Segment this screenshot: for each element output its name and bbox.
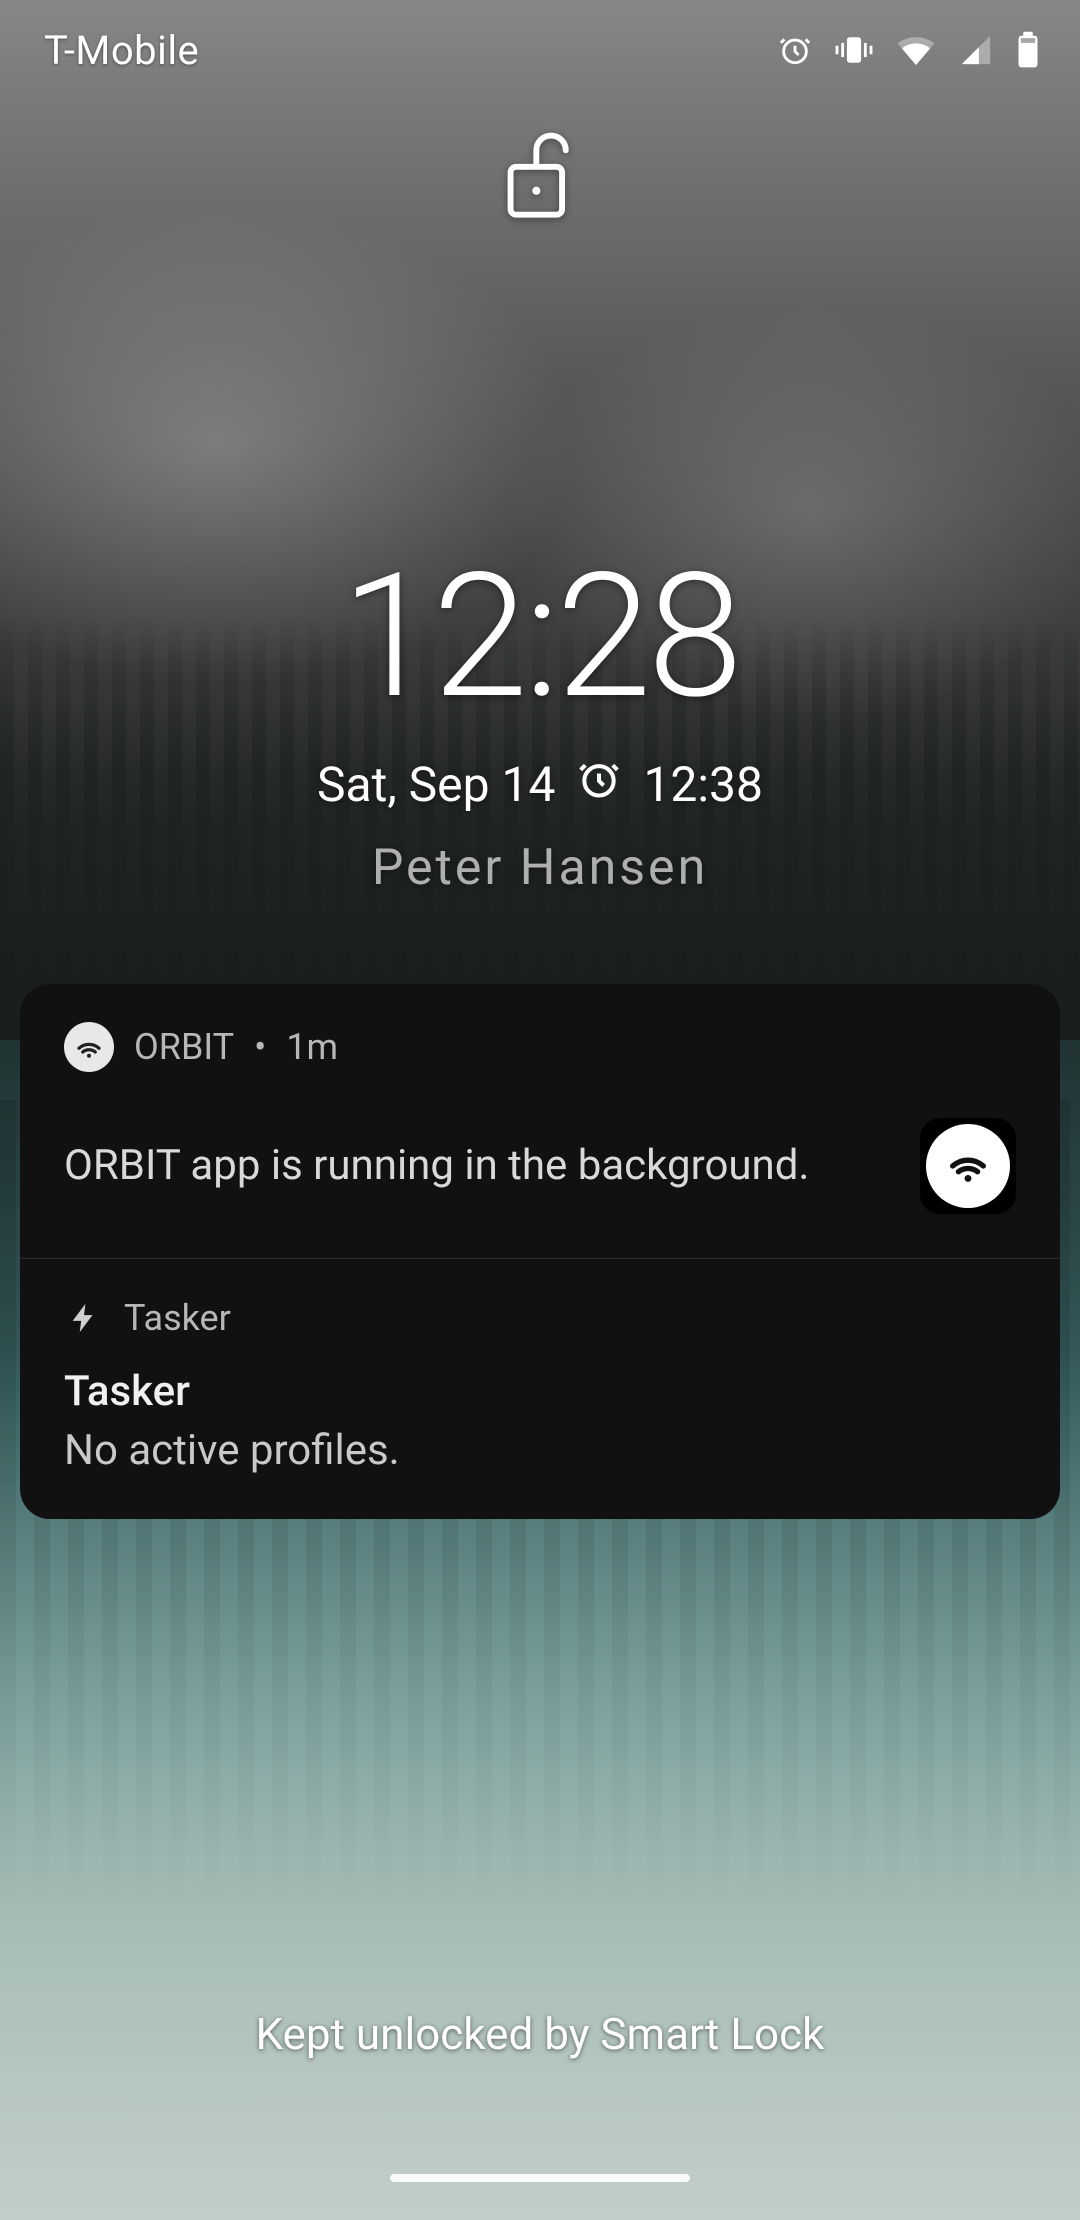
signal-icon	[958, 33, 994, 67]
status-icons	[778, 31, 1040, 69]
notification-orbit[interactable]: ORBIT • 1m ORBIT app is running in the b…	[20, 984, 1060, 1258]
status-bar: T-Mobile	[0, 0, 1080, 100]
wifi-icon	[896, 33, 936, 67]
clock-block: 12:28 Sat, Sep 14 12:38 Peter Hansen	[0, 550, 1080, 897]
date-row: Sat, Sep 14 12:38	[317, 756, 763, 813]
notification-body: ORBIT app is running in the background.	[64, 1138, 810, 1195]
carrier-label: T-Mobile	[44, 27, 199, 74]
notification-header: Tasker	[64, 1297, 1016, 1339]
notification-app-name: Tasker	[124, 1297, 231, 1339]
date-label: Sat, Sep 14	[317, 756, 555, 813]
notification-large-icon	[920, 1118, 1016, 1214]
owner-label: Peter Hansen	[372, 839, 708, 897]
notification-app-name: ORBIT	[134, 1026, 234, 1068]
notification-tasker[interactable]: Tasker Tasker No active profiles.	[20, 1258, 1060, 1519]
bolt-icon	[64, 1298, 104, 1338]
lock-screen: T-Mobile 12:28	[0, 0, 1080, 2220]
alarm-next-icon	[577, 756, 621, 813]
nav-handle[interactable]	[390, 2174, 690, 2182]
unlock-icon[interactable]	[499, 130, 581, 226]
clock-time: 12:28	[341, 550, 739, 722]
battery-icon	[1016, 31, 1040, 69]
alarm-icon	[778, 33, 812, 67]
alarm-time-label: 12:38	[643, 756, 763, 813]
notification-body: No active profiles.	[64, 1426, 1016, 1475]
notification-age: 1m	[286, 1026, 338, 1068]
notification-separator: •	[254, 1026, 266, 1068]
notification-stack: ORBIT • 1m ORBIT app is running in the b…	[20, 984, 1060, 1519]
notification-title: Tasker	[64, 1367, 1016, 1416]
smart-lock-label: Kept unlocked by Smart Lock	[0, 2008, 1080, 2060]
vibrate-icon	[834, 33, 874, 67]
orbit-app-icon	[64, 1022, 114, 1072]
notification-header: ORBIT • 1m	[64, 1022, 1016, 1072]
